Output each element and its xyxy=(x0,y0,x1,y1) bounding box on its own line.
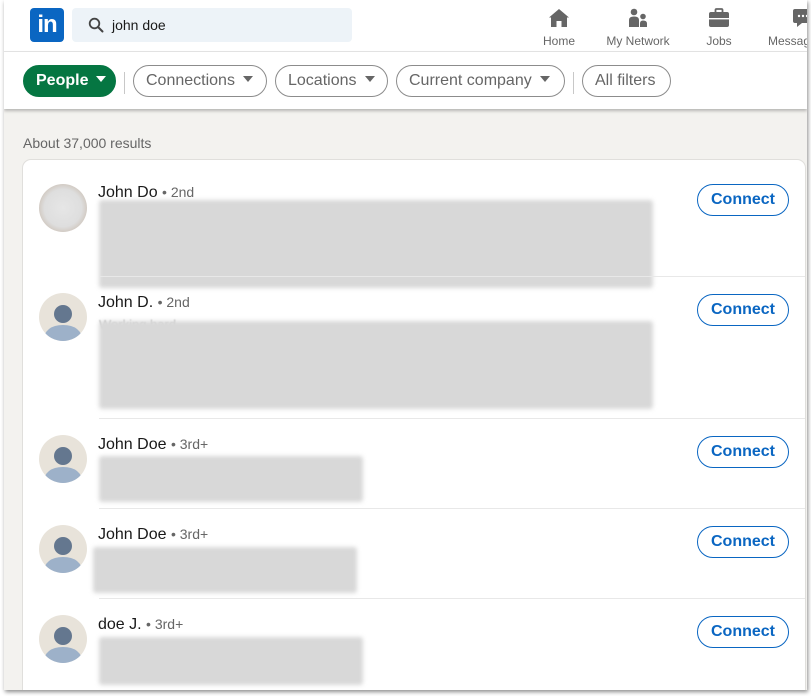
my-network-icon xyxy=(629,8,647,27)
avatar[interactable] xyxy=(39,525,87,573)
all-filters-label: All filters xyxy=(595,72,656,89)
avatar[interactable] xyxy=(39,184,87,232)
results-count: About 37,000 results xyxy=(23,135,152,151)
person-silhouette-icon xyxy=(43,305,83,341)
avatar[interactable] xyxy=(39,615,87,663)
connections-filter-button[interactable]: Connections xyxy=(133,65,267,97)
current-company-filter-label: Current company xyxy=(409,72,532,89)
connect-button[interactable]: Connect xyxy=(697,526,789,558)
list-item: John Doe • 3rd+ Connect xyxy=(23,419,805,509)
chevron-down-icon xyxy=(242,75,253,82)
result-name-line: doe J. • 3rd+ xyxy=(98,616,183,634)
locations-filter-button[interactable]: Locations xyxy=(275,65,388,97)
person-silhouette-icon xyxy=(43,447,83,483)
connect-button[interactable]: Connect xyxy=(697,616,789,648)
nav-home-label: Home xyxy=(542,34,575,48)
messaging-icon xyxy=(793,9,807,27)
connect-button[interactable]: Connect xyxy=(697,294,789,326)
redacted-details xyxy=(93,547,357,593)
search-query[interactable]: john doe xyxy=(112,17,166,33)
nav-messaging[interactable]: Messaging xyxy=(768,4,807,48)
redacted-details xyxy=(99,456,363,502)
search-icon xyxy=(88,17,104,33)
nav-messaging-label: Messaging xyxy=(768,34,807,48)
nav-home[interactable]: Home xyxy=(535,4,583,48)
result-name[interactable]: John Doe xyxy=(98,436,167,453)
jobs-icon xyxy=(709,8,729,27)
filter-divider xyxy=(124,72,125,94)
connection-degree: • 3rd+ xyxy=(170,526,209,542)
redacted-details xyxy=(99,637,363,685)
result-name-line: John Doe • 3rd+ xyxy=(98,526,208,544)
top-nav: in john doe Home My Network Jobs Messag xyxy=(4,0,807,52)
people-filter-button[interactable]: People xyxy=(23,65,116,97)
result-name[interactable]: doe J. xyxy=(98,616,142,633)
locations-filter-label: Locations xyxy=(288,72,357,89)
connections-filter-label: Connections xyxy=(146,72,235,89)
search-input[interactable]: john doe xyxy=(72,8,352,42)
nav-my-network[interactable]: My Network xyxy=(602,4,674,48)
redacted-details xyxy=(99,321,653,409)
current-company-filter-button[interactable]: Current company xyxy=(396,65,565,97)
result-name-line: John D. • 2nd xyxy=(98,294,190,312)
connect-button[interactable]: Connect xyxy=(697,436,789,468)
nav-jobs-label: Jobs xyxy=(706,34,732,48)
results-list: John Do • 2nd Connect John D. • 2nd Work… xyxy=(23,160,805,690)
list-item: John Doe • 3rd+ Connect xyxy=(23,509,805,599)
result-name[interactable]: John Do xyxy=(98,184,158,201)
connection-degree: • 2nd xyxy=(162,184,195,200)
search-filter-bar: People Connections Locations Current com… xyxy=(4,52,807,109)
person-silhouette-icon xyxy=(43,627,83,663)
result-name[interactable]: John Doe xyxy=(98,526,167,543)
filter-divider xyxy=(573,72,574,94)
avatar[interactable] xyxy=(39,293,87,341)
chevron-down-icon xyxy=(539,75,550,82)
list-item: John D. • 2nd Working hard Connect xyxy=(23,277,805,419)
connection-degree: • 3rd+ xyxy=(146,616,184,632)
connect-button[interactable]: Connect xyxy=(697,184,789,216)
result-name[interactable]: John D. xyxy=(98,294,153,311)
result-name-line: John Doe • 3rd+ xyxy=(98,436,208,454)
list-item: doe J. • 3rd+ Connect xyxy=(23,599,805,690)
connection-degree: • 3rd+ xyxy=(170,436,209,452)
list-item: John Do • 2nd Connect xyxy=(23,160,805,288)
home-icon xyxy=(549,9,569,27)
people-filter-label: People xyxy=(36,72,89,89)
nav-my-network-label: My Network xyxy=(606,34,670,48)
person-silhouette-icon xyxy=(43,537,83,573)
all-filters-button[interactable]: All filters xyxy=(582,65,671,97)
nav-jobs[interactable]: Jobs xyxy=(694,4,744,48)
linkedin-logo[interactable]: in xyxy=(30,8,64,42)
chevron-down-icon xyxy=(96,75,107,82)
avatar[interactable] xyxy=(39,435,87,483)
app-frame: in john doe Home My Network Jobs Messag … xyxy=(4,0,807,690)
connection-degree: • 2nd xyxy=(157,294,190,310)
chevron-down-icon xyxy=(364,75,375,82)
redacted-headline xyxy=(99,200,653,288)
